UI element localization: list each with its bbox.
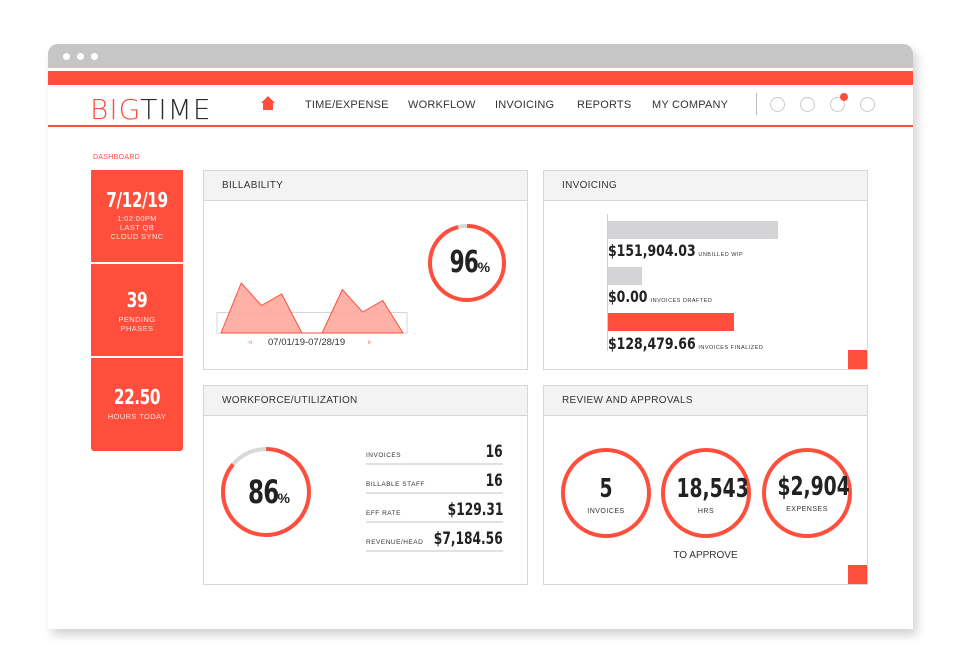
tile-pending-phases[interactable]: 39 PENDING PHASES	[91, 264, 183, 356]
stat-label: REVENUE/HEAD	[366, 539, 424, 546]
nav-divider	[756, 93, 757, 115]
accent-bar	[48, 71, 913, 85]
tile-hours-today[interactable]: 22.50 HOURS TODAY	[91, 358, 183, 451]
tile-sub: PENDING	[118, 315, 156, 324]
nav-reports[interactable]: REPORTS	[577, 99, 631, 111]
tile-last-sync[interactable]: 7/12/19 1:02:00PM LAST QB CLOUD SYNC	[91, 170, 183, 262]
browser-window: BIGTIME TIME/EXPENSE WORKFLOW INVOICING …	[48, 44, 913, 629]
prev-period-icon[interactable]: ◃	[248, 338, 252, 346]
stat-value: 16	[485, 442, 503, 462]
label: INVOICES DRAFTED	[650, 298, 713, 304]
notification-badge	[840, 93, 848, 101]
stat-row: BILLABLE STAFF 16	[366, 471, 503, 494]
expand-button[interactable]	[848, 565, 867, 584]
tile-sub: 1:02:00PM	[117, 214, 157, 223]
approval-label: EXPENSES	[786, 506, 828, 513]
tile-sub: PHASES	[120, 324, 154, 333]
approval-invoices[interactable]: 5 INVOICES	[561, 448, 651, 538]
nav-workflow[interactable]: WORKFLOW	[408, 99, 476, 111]
tile-value: 39	[126, 288, 148, 312]
stat-label: EFF RATE	[366, 510, 401, 517]
logo-big: BIG	[90, 93, 141, 126]
expand-button[interactable]	[848, 350, 867, 369]
stat-value: $7,184.56	[434, 529, 503, 549]
label: UNBILLED WIP	[698, 252, 744, 258]
nav-my-company[interactable]: MY COMPANY	[652, 99, 728, 111]
card-title: INVOICING	[544, 171, 867, 201]
card-title: REVIEW AND APPROVALS	[544, 386, 867, 416]
amount-invoices-drafted: $0.00 INVOICES DRAFTED	[608, 287, 713, 306]
billability-card: BILLABILITY ◃ 07/01/19-07/28/19 ▹ 96%	[203, 170, 528, 370]
stat-row: INVOICES 16	[366, 442, 503, 465]
amount-invoices-finalized: $128,479.66 INVOICES FINALIZED	[608, 334, 764, 353]
approval-label: HRS	[697, 508, 715, 515]
top-nav: BIGTIME TIME/EXPENSE WORKFLOW INVOICING …	[48, 85, 913, 127]
tile-sub: CLOUD SYNC	[110, 232, 164, 241]
approval-hours[interactable]: 18,543 HRS	[661, 448, 751, 538]
logo-time: TIME	[140, 93, 212, 126]
billability-area-chart	[216, 282, 408, 334]
percent-number: 96	[449, 245, 479, 280]
nav-invoicing[interactable]: INVOICING	[495, 99, 554, 111]
stat-row: REVENUE/HEAD $7,184.56	[366, 529, 503, 552]
approvals-card: REVIEW AND APPROVALS 5 INVOICES 18,543 HRS…	[543, 385, 868, 585]
tile-value: 22.50	[113, 385, 161, 409]
area-series	[220, 282, 404, 334]
approval-value: $2,904	[777, 472, 850, 502]
percent-symbol: %	[477, 259, 491, 275]
stat-value: $129.31	[447, 500, 503, 520]
window-dot-2[interactable]	[77, 53, 84, 60]
circle-icon-4[interactable]	[860, 97, 875, 112]
circle-icon-1[interactable]	[770, 97, 785, 112]
stat-value: 16	[485, 471, 503, 491]
amount-unbilled-wip: $151,904.03 UNBILLED WIP	[608, 241, 744, 260]
bar-unbilled-wip	[608, 221, 778, 239]
to-approve-label: TO APPROVE	[673, 550, 738, 561]
tile-sub: HOURS TODAY	[107, 412, 167, 421]
bar-invoices-drafted	[608, 267, 642, 285]
stat-label: BILLABLE STAFF	[366, 481, 425, 488]
percent-number: 86	[247, 473, 279, 511]
tile-value: 7/12/19	[106, 188, 168, 212]
label: INVOICES FINALIZED	[698, 345, 764, 351]
next-period-icon[interactable]: ▹	[368, 338, 372, 346]
date-range: 07/01/19-07/28/19	[268, 337, 346, 348]
percent-symbol: %	[277, 490, 290, 506]
home-icon[interactable]	[260, 95, 276, 111]
workforce-card: WORKFORCE/UTILIZATION 86% INVOICES 16 BIL…	[203, 385, 528, 585]
window-dot-1[interactable]	[63, 53, 70, 60]
approval-label: INVOICES	[587, 508, 625, 515]
circle-icon-2[interactable]	[800, 97, 815, 112]
bar-invoices-finalized	[608, 313, 734, 331]
billability-percent: 96%	[427, 245, 507, 280]
stat-row: EFF RATE $129.31	[366, 500, 503, 523]
breadcrumb[interactable]: DASHBOARD	[93, 154, 140, 161]
approval-value: 18,543	[676, 474, 749, 504]
window-dot-3[interactable]	[91, 53, 98, 60]
tile-sub: LAST QB	[119, 223, 155, 232]
nav-time-expense[interactable]: TIME/EXPENSE	[305, 99, 389, 111]
utilization-percent: 86%	[220, 473, 312, 511]
stat-label: INVOICES	[366, 452, 402, 459]
card-title: BILLABILITY	[204, 171, 527, 201]
card-title: WORKFORCE/UTILIZATION	[204, 386, 527, 416]
approval-expenses[interactable]: $2,904 EXPENSES	[762, 448, 852, 538]
invoicing-card: INVOICING $151,904.03 UNBILLED WIP $0.00 I…	[543, 170, 868, 370]
approval-value: 5	[599, 474, 613, 504]
logo[interactable]: BIGTIME	[90, 93, 212, 126]
title-bar	[48, 44, 913, 68]
